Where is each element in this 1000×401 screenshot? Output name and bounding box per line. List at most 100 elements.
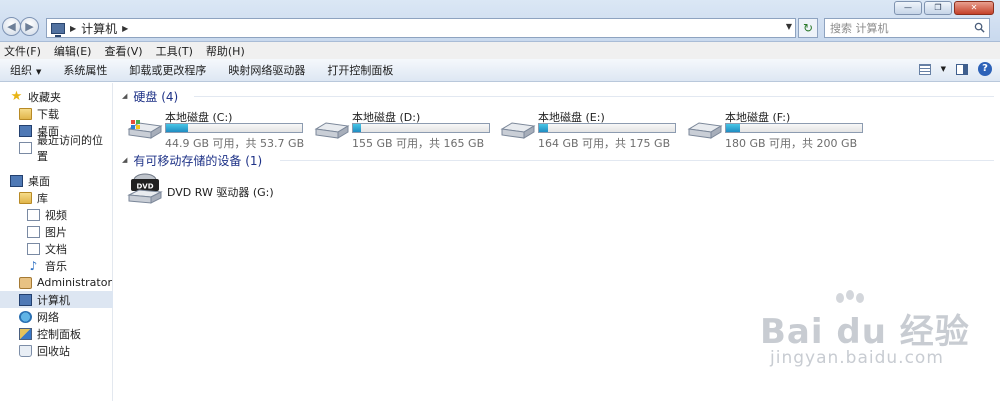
dvd-drive-g[interactable]: DVD DVD RW 驱动器 (G:) [127,173,287,209]
menu-edit[interactable]: 编辑(E) [54,43,92,59]
maximize-button[interactable]: ❐ [924,1,952,15]
drive-free-space: 44.9 GB 可用，共 53.7 GB [165,137,305,150]
drive-e[interactable]: 本地磁盘 (E:) 164 GB 可用，共 175 GB [500,108,680,150]
sidebar-item-pictures[interactable]: 图片 [27,223,113,240]
control-panel-icon [19,327,32,340]
search-icon [974,22,985,33]
hard-drive-icon [314,122,350,139]
search-placeholder: 搜索 计算机 [830,22,889,35]
sidebar-item-libraries[interactable]: 库 [19,189,113,206]
sidebar-item-desktop[interactable]: 桌面 [10,172,113,189]
sidebar-item-label: Administrator [37,276,112,289]
hard-drive-icon [500,122,536,139]
sidebar-item-label: 回收站 [37,344,70,358]
user-folder-icon [19,276,32,289]
drive-d[interactable]: 本地磁盘 (D:) 155 GB 可用，共 165 GB [314,108,494,150]
drive-f[interactable]: 本地磁盘 (F:) 180 GB 可用，共 200 GB [687,108,867,150]
sidebar-item-computer[interactable]: 计算机 [0,291,113,308]
sidebar-item-control-panel[interactable]: 控制面板 [19,325,113,342]
sidebar-item-label: 最近访问的位置 [37,133,103,163]
sidebar-item-label: 桌面 [28,174,50,188]
sidebar-item-documents[interactable]: 文档 [27,240,113,257]
chevron-down-icon[interactable]: ▼ [786,22,792,31]
chevron-down-icon[interactable]: ▼ [941,65,946,73]
sidebar-item-recent-places[interactable]: 最近访问的位置 [19,134,113,163]
sidebar-item-label: 图片 [45,225,67,239]
video-library-icon [27,208,40,221]
refresh-icon: ↻ [802,21,814,35]
address-bar[interactable]: ▶ 计算机 ▶ ▼ [46,18,796,38]
sidebar-item-favorites[interactable]: ★ 收藏夹 [10,88,113,105]
change-view-icon[interactable] [918,63,931,75]
star-icon: ★ [10,88,23,104]
refresh-button[interactable]: ↻ [798,18,818,38]
search-input[interactable]: 搜索 计算机 [824,18,990,38]
uninstall-program-button[interactable]: 卸载或更改程序 [129,62,206,78]
sidebar-item-label: 视频 [45,208,67,222]
organize-button[interactable]: 组织 ▼ [10,62,41,78]
downloads-folder-icon [19,107,32,120]
sidebar-item-videos[interactable]: 视频 [27,206,113,223]
drive-usage-fill [353,124,362,132]
sidebar-item-label: 音乐 [45,259,67,273]
group-divider [280,160,994,161]
network-icon [19,310,32,323]
sidebar-item-recycle-bin[interactable]: 回收站 [19,342,113,359]
breadcrumb-chevron-icon[interactable]: ▶ [122,24,128,33]
open-control-panel-button[interactable]: 打开控制面板 [327,62,393,78]
drive-usage-fill [166,124,189,132]
drive-free-space: 180 GB 可用，共 200 GB [725,137,858,150]
help-icon[interactable]: ? [978,62,992,76]
recycle-bin-icon [19,344,32,357]
group-header-removable-storage[interactable]: ◢ 有可移动存储的设备 (1) [122,153,262,168]
chevron-down-icon: ▼ [36,68,42,76]
sidebar-item-network[interactable]: 网络 [19,308,113,325]
close-button[interactable]: ✕ [954,1,994,15]
sidebar-item-label: 网络 [37,310,59,324]
drive-c[interactable]: 本地磁盘 (C:) 44.9 GB 可用，共 53.7 GB [127,108,307,150]
menu-file[interactable]: 文件(F) [4,43,41,59]
menu-tools[interactable]: 工具(T) [156,43,193,59]
picture-library-icon [27,225,40,238]
dvd-drive-icon: DVD [127,173,163,204]
sidebar-item-label: 收藏夹 [28,90,61,104]
desktop-icon [19,124,32,137]
content-pane: ◢ 硬盘 (4) 本地磁盘 (C:) 44.9 GB 可用，共 53.7 GB … [114,83,1000,401]
drive-usage-bar [725,123,863,133]
command-bar: 组织 ▼ 系统属性 卸载或更改程序 映射网络驱动器 打开控制面板 ▼ ? [0,59,1000,82]
sidebar-item-music[interactable]: ♪ 音乐 [27,257,113,274]
group-header-hard-disks[interactable]: ◢ 硬盘 (4) [122,89,178,104]
desktop-icon [10,174,23,187]
windows-drive-icon [127,120,163,139]
computer-icon [19,293,32,306]
dvd-logo-text: DVD [136,183,153,191]
music-note-icon: ♪ [29,258,38,273]
forward-button[interactable]: ▶ [20,17,39,36]
sidebar-item-downloads[interactable]: 下载 [19,105,113,122]
breadcrumb-chevron-icon[interactable]: ▶ [70,24,76,33]
menu-help[interactable]: 帮助(H) [206,43,245,59]
drive-usage-fill [539,124,548,132]
title-bar: — ❐ ✕ ◀ ▶ ▶ 计算机 ▶ ▼ ↻ 搜索 计算机 [0,0,1000,42]
drive-usage-fill [726,124,740,132]
document-library-icon [27,242,40,255]
back-button[interactable]: ◀ [2,17,21,36]
window-controls: — ❐ ✕ [894,1,994,15]
preview-pane-icon[interactable] [956,63,968,75]
drive-usage-bar [352,123,490,133]
breadcrumb-computer[interactable]: 计算机 [81,20,117,37]
sidebar-item-label: 计算机 [37,293,70,307]
map-network-drive-button[interactable]: 映射网络驱动器 [228,62,305,78]
sidebar-item-administrator[interactable]: Administrator [19,274,113,291]
minimize-button[interactable]: — [894,1,922,15]
library-icon [19,191,32,204]
menu-view[interactable]: 查看(V) [104,43,142,59]
system-properties-button[interactable]: 系统属性 [63,62,107,78]
recent-places-icon [19,141,32,154]
collapse-chevron-icon: ◢ [122,92,128,100]
drive-free-space: 155 GB 可用，共 165 GB [352,137,485,150]
sidebar-item-label: 文档 [45,242,67,256]
drive-free-space: 164 GB 可用，共 175 GB [538,137,671,150]
drive-name: DVD RW 驱动器 (G:) [167,186,274,199]
drive-usage-bar [165,123,303,133]
